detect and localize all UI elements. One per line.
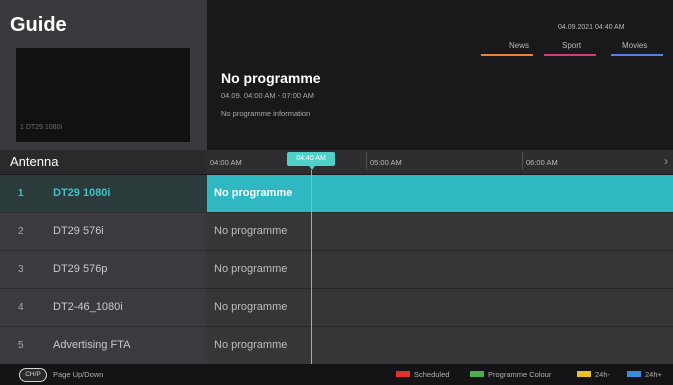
page-title: Guide	[10, 14, 67, 36]
channel-row-1[interactable]: 1 DT29 1080i	[0, 175, 207, 213]
date-time: 04.09.2021 04:40 AM	[558, 24, 625, 31]
legend-swatch-programme-colour	[470, 371, 484, 377]
channel-number: 3	[18, 264, 24, 275]
legend-swatch-scheduled	[396, 371, 410, 377]
current-time-badge: 04:40 AM	[287, 152, 335, 166]
programme-cell-label: No programme	[214, 187, 293, 199]
current-time-pointer	[309, 166, 315, 170]
legend-programme-colour: Programme Colour	[488, 370, 552, 379]
programme-cell-label: No programme	[214, 339, 288, 351]
time-divider	[366, 152, 367, 170]
programme-title: No programme	[221, 70, 321, 86]
channel-number: 4	[18, 302, 24, 313]
channel-name: Advertising FTA	[53, 339, 131, 351]
channel-row-2[interactable]: 2 DT29 576i	[0, 213, 207, 251]
chevron-right-icon[interactable]: ›	[664, 154, 668, 168]
time-label-0500: 05:00 AM	[370, 158, 402, 167]
programme-cell[interactable]: No programme	[207, 175, 673, 213]
category-sport-line	[544, 54, 596, 56]
preview-channel-label: 1 DT29 1080i	[20, 124, 63, 131]
time-label-0400: 04:00 AM	[210, 158, 242, 167]
programme-cell-label: No programme	[214, 263, 288, 275]
current-time-line	[311, 170, 312, 364]
legend-24h-plus: 24h+	[645, 370, 662, 379]
legend-24h-minus: 24h-	[595, 370, 611, 379]
channel-name: DT29 576p	[53, 263, 108, 275]
time-divider	[522, 152, 523, 170]
programme-cell[interactable]: No programme	[207, 289, 673, 327]
programme-cell[interactable]: No programme	[207, 251, 673, 289]
category-movies: Movies	[622, 41, 648, 50]
channel-row-5[interactable]: 5 Advertising FTA	[0, 327, 207, 365]
programme-cell[interactable]: No programme	[207, 327, 673, 365]
category-sport: Sport	[562, 41, 582, 50]
channel-name: DT29 1080i	[53, 187, 111, 199]
channel-number: 2	[18, 226, 24, 237]
channel-row-4[interactable]: 4 DT2-46_1080i	[0, 289, 207, 327]
legend-scheduled: Scheduled	[414, 370, 450, 379]
programme-time: 04.09. 04:00 AM - 07:00 AM	[221, 91, 314, 100]
legend-swatch-24h-minus	[577, 371, 591, 377]
legend-swatch-24h-plus	[627, 371, 641, 377]
channel-number: 5	[18, 340, 24, 351]
time-label-0600: 06:00 AM	[526, 158, 558, 167]
page-up-down-hint: Page Up/Down	[53, 370, 104, 379]
channel-name: DT2-46_1080i	[53, 301, 123, 313]
programme-cell[interactable]: No programme	[207, 213, 673, 251]
source-label: Antenna	[10, 154, 59, 169]
channel-row-3[interactable]: 3 DT29 576p	[0, 251, 207, 289]
category-news: News	[509, 41, 530, 50]
chp-button[interactable]: CH/P	[19, 368, 47, 382]
channel-name: DT29 576i	[53, 225, 104, 237]
programme-cell-label: No programme	[214, 301, 288, 313]
programme-cell-label: No programme	[214, 225, 288, 237]
programme-description: No programme information	[221, 109, 311, 118]
channel-number: 1	[18, 188, 24, 199]
category-news-line	[481, 54, 533, 56]
timeline-bar	[207, 150, 673, 174]
category-movies-line	[611, 54, 663, 56]
